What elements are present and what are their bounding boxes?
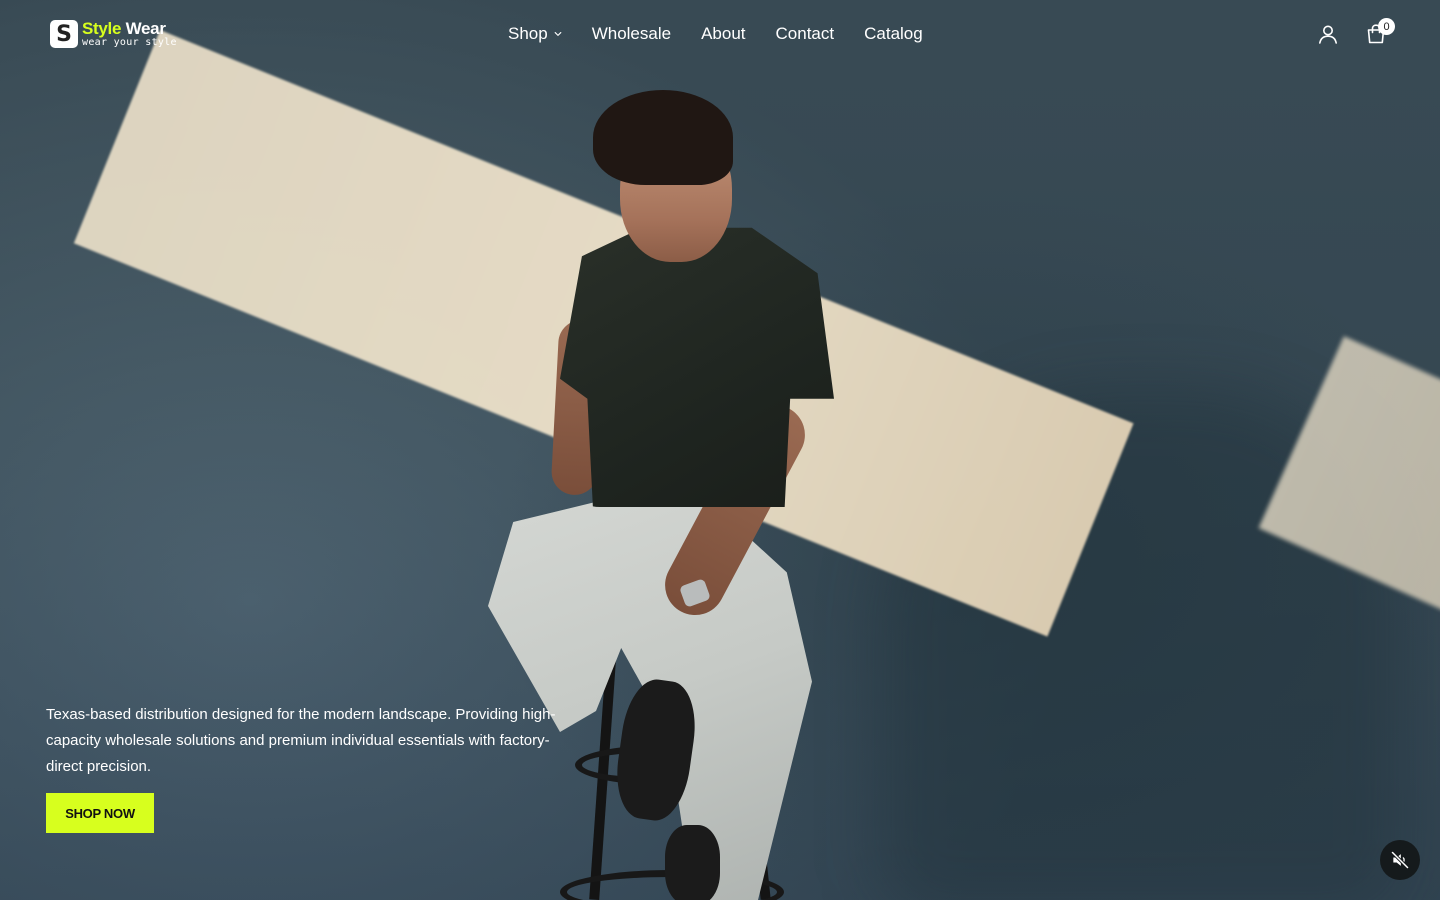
header-actions: 0 bbox=[1316, 18, 1395, 46]
nav-item-shop[interactable]: Shop bbox=[508, 24, 562, 44]
site-header: S Style Wear wear your style Shop Wholes… bbox=[0, 0, 1440, 70]
hero-description: Texas-based distribution designed for th… bbox=[46, 706, 556, 775]
cart-count-badge: 0 bbox=[1378, 18, 1395, 35]
hero-content: Texas-based distribution designed for th… bbox=[46, 702, 566, 833]
shop-now-button[interactable]: SHOP NOW bbox=[46, 793, 154, 833]
nav-item-catalog[interactable]: Catalog bbox=[864, 24, 923, 44]
chevron-down-icon bbox=[554, 32, 562, 36]
account-button[interactable] bbox=[1316, 22, 1340, 46]
main-nav: Shop Wholesale About Contact Catalog bbox=[508, 24, 923, 44]
nav-item-contact[interactable]: Contact bbox=[776, 24, 835, 44]
logo-s-icon: S bbox=[50, 20, 78, 48]
user-icon bbox=[1319, 25, 1337, 44]
hair bbox=[593, 90, 733, 185]
brand-tagline: wear your style bbox=[82, 37, 177, 48]
page: S Style Wear wear your style Shop Wholes… bbox=[0, 0, 1440, 900]
nav-item-about[interactable]: About bbox=[701, 24, 745, 44]
nav-item-label: Shop bbox=[508, 24, 548, 43]
brand-name: Style Wear bbox=[82, 20, 177, 37]
logo-text: Style Wear wear your style bbox=[82, 20, 177, 48]
nav-item-label: Catalog bbox=[864, 24, 923, 43]
brand-name-part2: Wear bbox=[125, 19, 166, 38]
video-mute-toggle[interactable] bbox=[1380, 840, 1420, 880]
cart-button[interactable]: 0 bbox=[1364, 18, 1395, 46]
shoe bbox=[665, 825, 720, 900]
volume-muted-icon bbox=[1390, 850, 1410, 870]
nav-item-label: Wholesale bbox=[591, 24, 672, 43]
nav-item-wholesale[interactable]: Wholesale bbox=[592, 24, 671, 44]
brand-name-part1: Style bbox=[82, 19, 122, 38]
nav-item-label: About bbox=[701, 24, 746, 43]
nav-item-label: Contact bbox=[775, 24, 835, 43]
brand-logo[interactable]: S Style Wear wear your style bbox=[50, 20, 177, 48]
